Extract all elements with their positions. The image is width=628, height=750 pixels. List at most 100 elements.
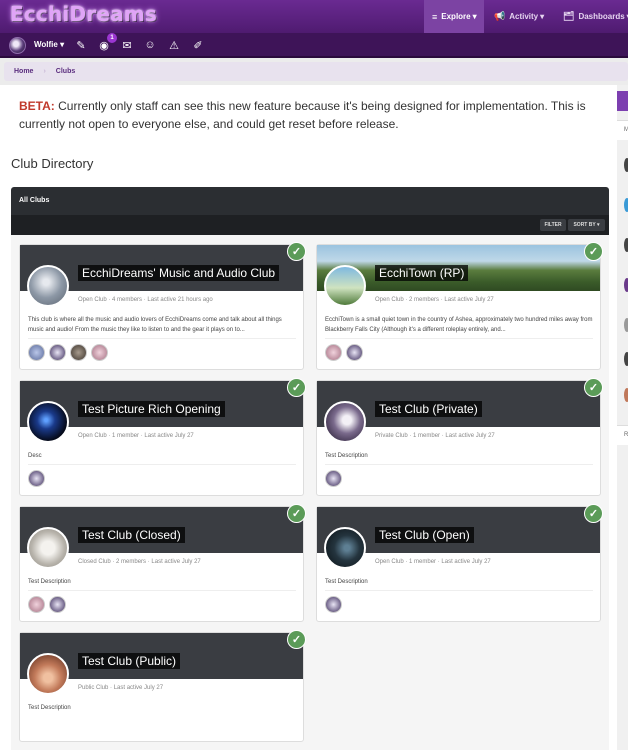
joined-check-icon: ✓ [287,630,306,649]
user-avatar[interactable] [9,37,26,54]
warning-icon[interactable]: ⚠ [166,37,182,53]
member-list [28,596,66,613]
club-avatar[interactable] [27,527,69,569]
beta-text: Currently only staff can see this new fe… [19,99,586,131]
sidebar-avatar[interactable] [624,352,628,366]
brush-icon[interactable]: ✐ [190,37,206,53]
club-description: EcchiTown is a small quiet town in the c… [325,317,593,333]
chat-icon[interactable]: ✉ [119,37,135,53]
joined-check-icon: ✓ [287,504,306,523]
club-card[interactable]: Test Club (Open) Open Club · 1 member · … [316,504,603,622]
club-name[interactable]: Test Club (Closed) [78,527,185,543]
sidebar-avatar[interactable] [624,158,628,172]
club-card[interactable]: EcchiDreams' Music and Audio Club Open C… [19,242,306,370]
joined-check-icon: ✓ [584,242,603,261]
club-avatar[interactable] [324,401,366,443]
pencil-icon[interactable]: ✎ [73,37,89,53]
breadcrumb: Home › Clubs [4,62,628,81]
notification-badge: 1 [107,33,117,43]
member-avatar[interactable] [28,470,45,487]
member-avatar[interactable] [325,344,342,361]
filter-button[interactable]: FILTER [540,219,566,231]
club-avatar[interactable] [27,401,69,443]
beta-notice: BETA: Currently only staff can see this … [19,97,609,133]
club-description: Desc [28,453,42,459]
divider [325,338,593,339]
club-avatar[interactable] [27,653,69,695]
joined-check-icon: ✓ [287,242,306,261]
divider [325,464,593,465]
member-avatar[interactable] [91,344,108,361]
club-name[interactable]: Test Club (Public) [78,653,181,669]
sidebar-button[interactable] [617,91,628,111]
member-list [325,344,363,361]
divider [28,590,296,591]
nav-dashboards[interactable]: 🗂 Dashboards ▾ [555,0,628,33]
club-name[interactable]: Test Picture Rich Opening [78,401,225,417]
sidebar-avatar[interactable] [624,318,628,332]
chevron-down-icon: ▾ [472,12,477,21]
club-meta: Private Club · 1 member · Last active Ju… [375,433,495,439]
nav-explore-label: Explore [441,12,471,21]
right-sidebar [617,85,628,750]
nav-activity[interactable]: 📢 Activity ▾ [486,0,552,33]
member-avatar[interactable] [346,344,363,361]
club-card[interactable]: Test Picture Rich Opening Open Club · 1 … [19,378,306,496]
breadcrumb-home[interactable]: Home [4,68,43,75]
club-meta: Open Club · 1 member · Last active July … [375,559,491,565]
member-avatar[interactable] [325,596,342,613]
member-avatar[interactable] [325,470,342,487]
member-avatar[interactable] [70,344,87,361]
club-description: Test Description [28,579,71,585]
username-menu[interactable]: Wolfie ▾ [34,40,64,49]
club-meta: Open Club · 2 members · Last active July… [375,297,494,303]
megaphone-icon: 📢 [494,11,506,21]
club-name[interactable]: Test Club (Open) [375,527,474,543]
club-card[interactable]: Test Club (Private) Private Club · 1 mem… [316,378,603,496]
member-avatar[interactable] [49,596,66,613]
club-meta: Open Club · 4 members · Last active 21 h… [78,297,213,303]
club-description: Test Description [325,453,368,459]
divider [28,338,296,339]
club-name[interactable]: EcchiDreams' Music and Audio Club [78,265,280,281]
divider [28,464,296,465]
club-avatar[interactable] [324,265,366,307]
club-avatar[interactable] [27,265,69,307]
sidebar-avatar[interactable] [624,388,628,402]
sidebar-avatar[interactable] [624,278,628,292]
club-description: This club is where all the music and aud… [28,317,282,333]
joined-check-icon: ✓ [584,504,603,523]
breadcrumb-clubs[interactable]: Clubs [46,68,85,75]
sidebar-widget-header: R [617,425,628,445]
member-list [325,596,342,613]
club-meta: Closed Club · 2 members · Last active Ju… [78,559,201,565]
club-avatar[interactable] [324,527,366,569]
club-card[interactable]: Test Club (Public) Public Club · Last ac… [19,630,306,742]
club-card[interactable]: Test Club (Closed) Closed Club · 2 membe… [19,504,306,622]
top-nav-bar: EcchiDreams ≡ Explore ▾ 📢 Activity ▾ 🗂 D… [0,0,628,33]
club-name[interactable]: EcchiTown (RP) [375,265,469,281]
member-list [28,470,45,487]
nav-explore[interactable]: ≡ Explore ▾ [424,0,484,33]
directory-toolbar: FILTER SORT BY ▾ [11,215,609,235]
sidebar-avatar[interactable] [624,198,628,212]
nav-activity-label: Activity [509,12,539,21]
joined-check-icon: ✓ [287,378,306,397]
sort-by-button[interactable]: SORT BY ▾ [568,219,605,231]
club-meta: Public Club · Last active July 27 [78,685,164,691]
member-avatar[interactable] [28,596,45,613]
member-avatar[interactable] [28,344,45,361]
site-logo[interactable]: EcchiDreams [10,2,157,26]
sidebar-widget-header: M [617,120,628,140]
member-list [325,470,342,487]
smiley-icon[interactable]: ☺ [142,37,158,53]
sidebar-avatar[interactable] [624,238,628,252]
member-avatar[interactable] [49,344,66,361]
club-card[interactable]: EcchiTown (RP) Open Club · 2 members · L… [316,242,603,370]
member-list [28,344,108,361]
explore-icon: ≡ [432,11,438,22]
dashboard-icon: 🗂 [563,11,575,21]
club-name[interactable]: Test Club (Private) [375,401,482,417]
user-bar: Wolfie ▾ ✎ ◉ ✉ ☺ ⚠ ✐ [0,33,628,58]
nav-dashboards-label: Dashboards [578,12,625,21]
